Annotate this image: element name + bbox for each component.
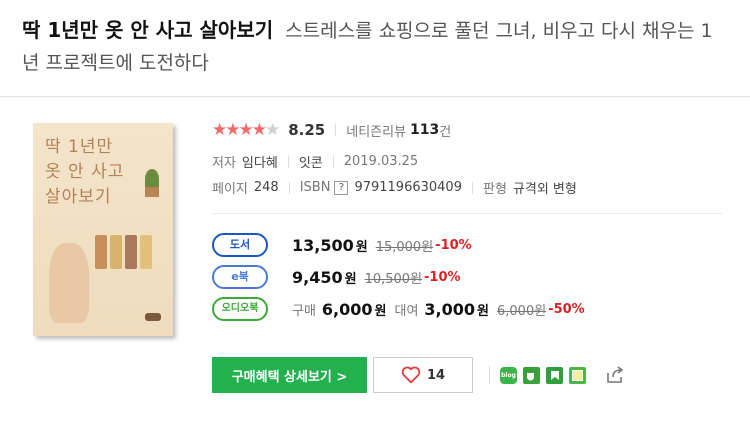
ebook-price: 9,450: [292, 267, 343, 287]
rating-row: ★★★★★ 8.25 네티즌리뷰 113 건: [212, 120, 451, 140]
audiobook-rent-price: 3,000: [424, 299, 476, 319]
isbn-value: 9791196630409: [354, 180, 462, 195]
format-value: 규격외 변형: [512, 182, 577, 197]
audiobook-buy-unit: 원: [374, 303, 387, 319]
pages-label: 페이지: [212, 182, 248, 197]
divider: [489, 366, 490, 384]
book-price-unit: 원: [355, 239, 368, 255]
like-count: 14: [426, 367, 446, 383]
share-icon[interactable]: [604, 364, 626, 386]
book-discount: -10%: [435, 237, 472, 253]
audiobook-discount: -50%: [548, 301, 585, 317]
bookmark-glyph-icon: [550, 371, 559, 380]
ebook-price-unit: 원: [344, 271, 357, 287]
price-row-book: 도서 13,500 원 15,000원 -10%: [212, 233, 472, 257]
book-badge[interactable]: 도서: [212, 233, 268, 257]
bookmark-icon[interactable]: [546, 367, 563, 384]
review-unit: 건: [439, 124, 452, 140]
cover-plant-illustration: [145, 169, 159, 189]
cafe-icon[interactable]: [523, 367, 540, 384]
blog-icon[interactable]: blog: [500, 367, 517, 384]
note-icon[interactable]: [569, 367, 586, 384]
author-row: 저자 임다혜 잇콘 2019.03.25: [212, 152, 418, 171]
cover-title: 딱 1년만 옷 안 사고 살아보기: [45, 135, 124, 210]
divider: [287, 155, 289, 168]
cover-shoes-illustration: [145, 313, 161, 321]
audiobook-badge[interactable]: 오디오북: [212, 297, 268, 321]
book-title: 딱 1년만 옷 안 사고 살아보기: [22, 18, 274, 42]
divider: [212, 213, 722, 214]
format-label: 판형: [482, 182, 507, 197]
audiobook-original-price: 6,000원: [497, 303, 547, 319]
pages-value: 248: [253, 180, 279, 195]
review-count[interactable]: 113: [410, 122, 439, 138]
publish-date: 2019.03.25: [343, 154, 419, 169]
author-link[interactable]: 임다혜: [242, 152, 278, 171]
ebook-discount: -10%: [424, 269, 461, 285]
audiobook-rent-unit: 원: [477, 303, 489, 319]
like-button[interactable]: 14: [373, 357, 473, 393]
divider: [471, 181, 473, 194]
purchase-benefits-button[interactable]: 구매혜택 상세보기 >: [212, 357, 367, 393]
audiobook-buy-price: 6,000: [321, 299, 373, 319]
audiobook-buy-label: 구매: [292, 303, 316, 319]
star-rating-icon: ★★★★★: [212, 120, 280, 140]
price-row-ebook: e북 9,450 원 10,500원 -10%: [212, 265, 461, 289]
details-row: 페이지 248 ISBN ? 9791196630409 판형 규격외 변형: [212, 178, 577, 197]
publisher-link[interactable]: 잇콘: [299, 152, 323, 171]
price-row-audiobook: 오디오북 구매 6,000 원 대여 3,000 원 6,000원 -50%: [212, 297, 585, 321]
book-price: 13,500: [292, 235, 354, 255]
rating-score: 8.25: [288, 121, 326, 139]
audiobook-rent-label: 대여: [394, 303, 419, 319]
book-original-price: 15,000원: [375, 239, 434, 255]
book-title-block: 딱 1년만 옷 안 사고 살아보기 스트레스를 쇼핑으로 풀던 그녀, 비우고 다…: [22, 14, 722, 79]
cover-pot-illustration: [145, 187, 159, 197]
cover-clothes-illustration: [95, 235, 165, 275]
cover-title-line: 살아보기: [45, 187, 112, 207]
ebook-original-price: 10,500원: [364, 271, 423, 287]
review-label: 네티즌리뷰: [346, 124, 407, 140]
divider: [0, 96, 750, 97]
divider: [288, 181, 290, 194]
divider: [332, 155, 334, 168]
heart-icon: [401, 366, 421, 384]
isbn-help-icon[interactable]: ?: [334, 180, 349, 195]
cover-title-line: 옷 안 사고: [45, 162, 125, 182]
isbn-label: ISBN: [299, 180, 331, 195]
cover-person-illustration: [49, 243, 89, 323]
book-cover[interactable]: 딱 1년만 옷 안 사고 살아보기: [33, 123, 173, 336]
cover-title-line: 딱 1년만: [45, 137, 114, 157]
author-label: 저자: [212, 156, 236, 171]
ebook-badge[interactable]: e북: [212, 265, 268, 289]
cafe-cup-icon: [527, 373, 534, 381]
divider: [335, 124, 337, 136]
